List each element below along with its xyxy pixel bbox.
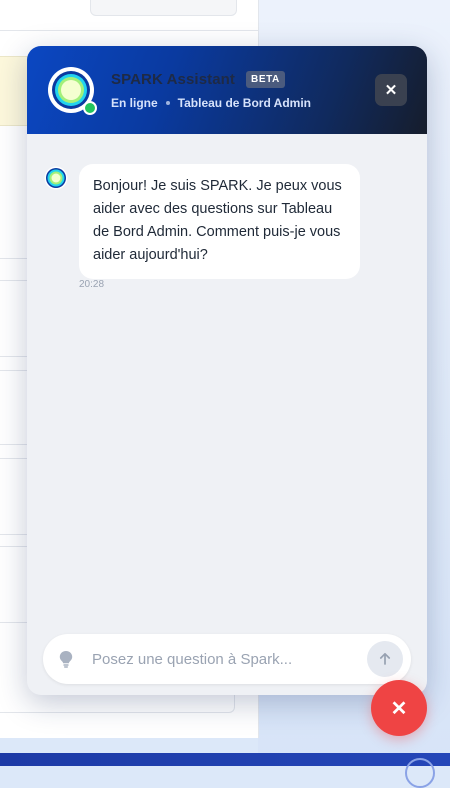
- taskbar: [0, 753, 450, 766]
- online-status-indicator: [83, 101, 97, 115]
- background-divider: [0, 30, 258, 31]
- status-text: En ligne: [111, 96, 158, 110]
- chat-message-input[interactable]: [92, 648, 352, 670]
- status-separator: [165, 100, 170, 105]
- chat-header: SPARK Assistant BETA En ligne Tableau de …: [27, 46, 427, 134]
- chat-input-bar: [43, 634, 411, 684]
- send-button[interactable]: [367, 641, 403, 677]
- assistant-message: Bonjour! Je suis SPARK. Je peux vous aid…: [79, 164, 360, 279]
- background-card: [90, 0, 237, 16]
- assistant-avatar-icon: [44, 166, 68, 190]
- beta-badge: BETA: [246, 71, 285, 88]
- chat-panel: SPARK Assistant BETA En ligne Tableau de …: [27, 46, 427, 695]
- message-timestamp: 20:28: [79, 279, 105, 290]
- context-text: Tableau de Bord Admin: [177, 96, 312, 110]
- close-icon: ✕: [384, 82, 398, 99]
- taskbar-button[interactable]: [405, 758, 435, 788]
- chat-status: En ligne Tableau de Bord Admin: [111, 96, 311, 110]
- lightbulb-icon[interactable]: [58, 650, 74, 668]
- chat-toggle-button[interactable]: ✕: [371, 680, 427, 736]
- close-icon: ✕: [390, 697, 408, 720]
- close-chat-button[interactable]: ✕: [375, 74, 407, 106]
- chat-title: SPARK Assistant: [111, 71, 236, 88]
- arrow-up-icon: [379, 652, 391, 665]
